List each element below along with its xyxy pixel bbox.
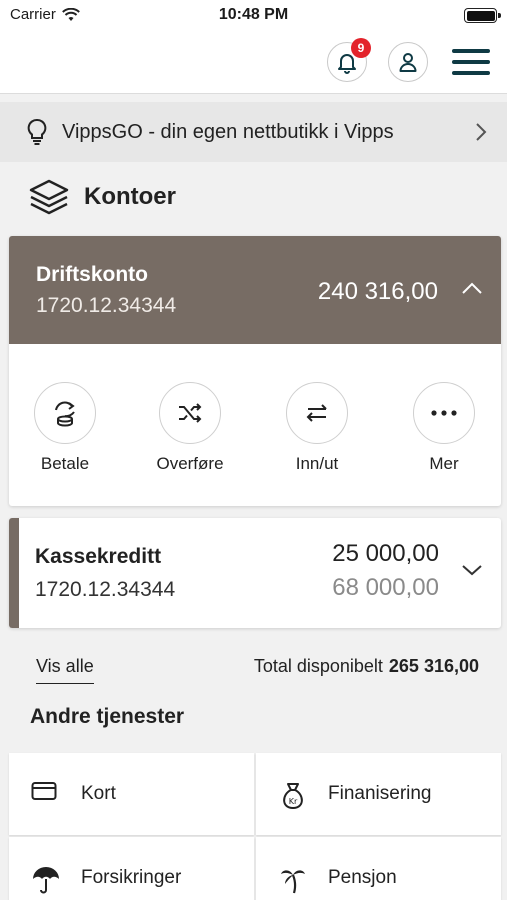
account-balance: 240 316,00 xyxy=(317,278,438,305)
account-actions: Betale Overføre Inn/ut Mer xyxy=(9,344,501,506)
show-all-link[interactable]: Vis alle xyxy=(36,656,94,684)
action-label: Betale xyxy=(40,454,90,473)
credit-limit-amount: 68 000,00 xyxy=(332,574,439,601)
account-color-bar xyxy=(9,518,19,628)
more-action[interactable]: Mer xyxy=(394,382,494,474)
user-icon xyxy=(399,53,417,72)
pay-icon xyxy=(55,401,75,427)
main-account-card: Driftskonto 1720.12.34344 240 316,00 Bet… xyxy=(9,236,501,506)
service-cards[interactable]: Kort xyxy=(9,753,254,835)
more-icon xyxy=(431,410,457,416)
svg-text:Kr: Kr xyxy=(289,797,298,806)
total-amount: 265 316,00 xyxy=(388,656,479,676)
total-available: Total disponibelt 265 316,00 xyxy=(254,656,479,677)
chevron-down-icon[interactable] xyxy=(461,563,483,577)
profile-button[interactable] xyxy=(388,42,428,82)
clock: 10:48 PM xyxy=(218,6,289,23)
action-label: Overføre xyxy=(156,454,224,473)
service-label: Finanisering xyxy=(328,783,432,804)
menu-button[interactable] xyxy=(452,49,490,77)
in-out-action[interactable]: Inn/ut xyxy=(267,382,367,474)
transfer-action[interactable]: Overføre xyxy=(140,382,240,474)
chevron-right-icon xyxy=(476,123,487,141)
pay-action[interactable]: Betale xyxy=(15,382,115,474)
menu-bar-icon xyxy=(452,49,490,53)
other-services-title: Andre tjenester xyxy=(30,705,185,728)
action-label: Inn/ut xyxy=(295,454,339,473)
promo-banner[interactable]: VippsGO - din egen nettbutikk i Vipps xyxy=(0,102,507,162)
service-pension[interactable]: Pensjon xyxy=(256,837,501,900)
service-financing[interactable]: Kr Finanisering xyxy=(256,753,501,835)
transfer-icon xyxy=(179,403,202,423)
service-label: Forsikringer xyxy=(81,867,182,888)
service-label: Pensjon xyxy=(328,867,397,888)
card-icon xyxy=(31,782,57,800)
notifications-button[interactable]: 9 xyxy=(327,38,371,82)
status-bar: Carrier 10:48 PM xyxy=(0,0,507,30)
credit-available-amount: 25 000,00 xyxy=(332,540,439,567)
service-insurance[interactable]: Forsikringer xyxy=(9,837,254,900)
lightbulb-icon xyxy=(27,119,47,145)
account-name: Driftskonto xyxy=(36,263,148,286)
menu-bar-icon xyxy=(452,71,490,75)
battery-icon xyxy=(464,8,501,23)
layers-icon xyxy=(29,179,69,215)
services-grid: Kort Kr Finanisering Forsikringer Pensjo… xyxy=(9,753,501,900)
notification-badge: 9 xyxy=(351,38,371,58)
action-label: Mer xyxy=(429,454,459,473)
accounts-section-header: Kontoer xyxy=(28,178,176,216)
credit-account-card[interactable]: Kassekreditt 1720.12.34344 25 000,00 68 … xyxy=(9,518,501,628)
credit-account-name: Kassekreditt xyxy=(35,545,162,568)
main-account-header[interactable]: Driftskonto 1720.12.34344 240 316,00 xyxy=(9,236,501,344)
palm-tree-icon xyxy=(281,870,305,894)
app-header: 9 xyxy=(0,30,507,94)
total-label: Total disponibelt xyxy=(253,656,383,676)
chevron-up-icon[interactable] xyxy=(461,281,483,295)
service-label: Kort xyxy=(81,783,116,804)
in-out-icon xyxy=(306,404,327,422)
credit-account-number: 1720.12.34344 xyxy=(35,578,176,601)
promo-text: VippsGO - din egen nettbutikk i Vipps xyxy=(62,121,394,143)
menu-bar-icon xyxy=(452,60,490,64)
umbrella-icon xyxy=(33,867,59,894)
money-bag-icon: Kr xyxy=(283,783,303,810)
accounts-title: Kontoer xyxy=(84,183,176,210)
account-number: 1720.12.34344 xyxy=(36,294,177,317)
